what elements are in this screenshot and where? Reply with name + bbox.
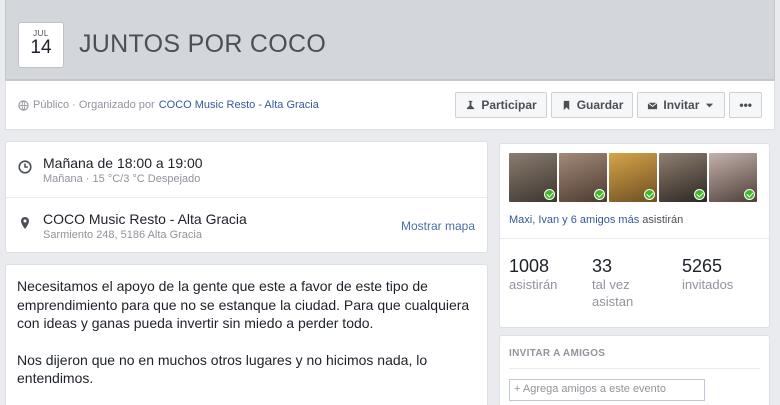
event-weather: Mañana · 15 °C/3 °C Despejado: [43, 173, 201, 185]
event-time: Mañana de 18:00 a 19:00: [43, 155, 203, 171]
divider: [509, 368, 760, 369]
privacy-text: Público · Organizado por: [33, 99, 155, 111]
stat-invited-label: invitados: [682, 277, 734, 292]
description-paragraph: Nos dijeron que no en muchos otros lugar…: [17, 351, 428, 387]
map-pin-icon: [21, 217, 29, 229]
friends-going-suffix: asistirán: [639, 214, 684, 226]
invitar-label: Invitar: [663, 98, 700, 112]
event-privacy: Público · Organizado por COCO Music Rest…: [18, 99, 319, 111]
event-place-row: COCO Music Resto - Alta Gracia Sarmiento…: [6, 198, 487, 254]
guardar-label: Guardar: [576, 98, 624, 112]
more-options-button[interactable]: •••: [729, 92, 762, 118]
divider: [500, 238, 769, 239]
stat-going-count: 1008: [509, 256, 550, 276]
event-header: JUL 14 JUNTOS POR COCO: [5, 0, 775, 80]
participate-icon: [467, 100, 475, 109]
invitar-button[interactable]: Invitar: [637, 92, 726, 118]
event-title: JUNTOS POR COCO: [79, 30, 327, 58]
event-place[interactable]: COCO Music Resto - Alta Gracia: [43, 211, 247, 227]
friend-avatars: [509, 153, 757, 202]
avatar[interactable]: [709, 153, 757, 202]
check-icon: [544, 189, 555, 200]
description-paragraph: Necesitamos el apoyo de la gente que est…: [17, 278, 470, 331]
more-icon: •••: [739, 98, 752, 112]
friends-names[interactable]: Maxi, Ivan y 6 amigos más: [509, 214, 639, 226]
friends-going-text[interactable]: Maxi, Ivan y 6 amigos más asistirán: [509, 214, 683, 226]
event-details-card: Mañana de 18:00 a 19:00 Mañana · 15 °C/3…: [5, 141, 488, 253]
invite-friends-input[interactable]: + Agrega amigos a este evento: [509, 379, 705, 401]
check-icon: [644, 189, 655, 200]
stat-going[interactable]: 1008 asistirán: [509, 256, 569, 293]
avatar[interactable]: [659, 153, 707, 202]
invite-friends-card: INVITAR A AMIGOS + Agrega amigos a este …: [499, 335, 770, 405]
stat-going-label: asistirán: [509, 277, 558, 292]
event-day: 14: [30, 37, 52, 58]
participar-label: Participar: [481, 98, 537, 112]
avatar[interactable]: [509, 153, 557, 202]
clock-icon: [18, 160, 32, 174]
check-icon: [744, 189, 755, 200]
avatar[interactable]: [559, 153, 607, 202]
event-time-row: Mañana de 18:00 a 19:00 Mañana · 15 °C/3…: [6, 142, 487, 198]
stat-maybe-count: 33: [592, 256, 613, 276]
check-icon: [694, 189, 705, 200]
bookmark-icon: [563, 100, 569, 110]
event-action-bar: Público · Organizado por COCO Music Rest…: [5, 80, 775, 130]
stat-maybe[interactable]: 33 tal vez asistan: [592, 256, 652, 310]
stat-maybe-label: tal vez asistan: [592, 277, 634, 309]
participar-button[interactable]: Participar: [455, 92, 547, 118]
event-address: Sarmiento 248, 5186 Alta Gracia: [43, 229, 202, 241]
stat-invited[interactable]: 5265 invitados: [682, 256, 742, 293]
attendees-card: Maxi, Ivan y 6 amigos más asistirán 1008…: [499, 143, 770, 328]
organizer-link[interactable]: COCO Music Resto - Alta Gracia: [159, 99, 319, 111]
globe-icon: [18, 99, 29, 111]
envelope-icon: [648, 101, 658, 109]
chevron-down-icon: [706, 103, 714, 107]
invite-header: INVITAR A AMIGOS: [509, 348, 606, 359]
stat-invited-count: 5265: [682, 256, 723, 276]
show-map-link[interactable]: Mostrar mapa: [401, 219, 475, 233]
avatar[interactable]: [609, 153, 657, 202]
event-description: Necesitamos el apoyo de la gente que est…: [5, 264, 488, 405]
guardar-button[interactable]: Guardar: [550, 92, 634, 118]
event-date-box: JUL 14: [18, 22, 64, 68]
check-icon: [594, 189, 605, 200]
